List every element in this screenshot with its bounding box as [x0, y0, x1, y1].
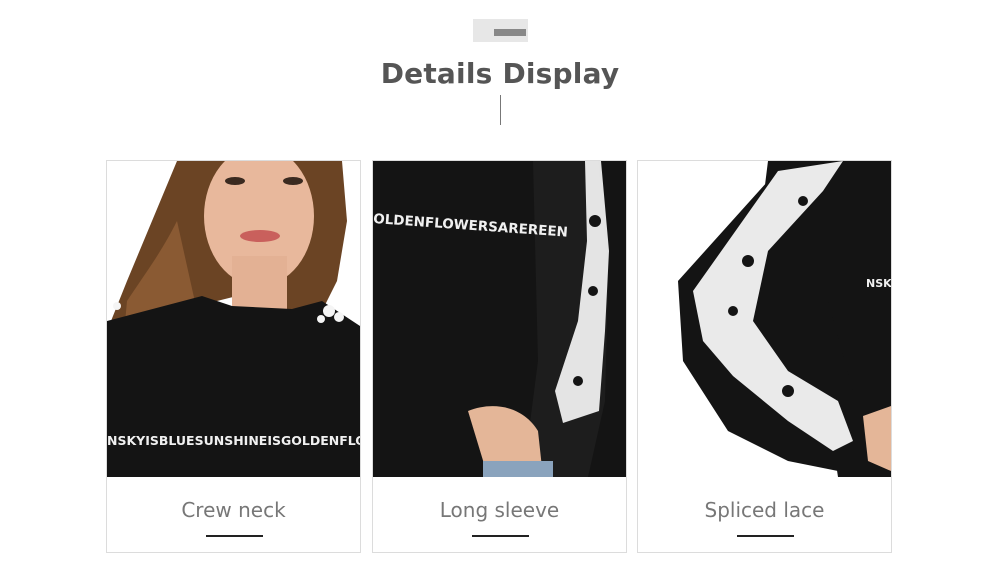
- spliced-lace-underline: [737, 535, 794, 537]
- details-display-section: Details Display NSKYISBLUESUNSHINEISGOLD…: [0, 0, 1000, 565]
- spliced-lace-image: NSK: [638, 161, 891, 477]
- section-badge: [473, 19, 528, 42]
- crew-neck-image: NSKYISBLUESUNSHINEISGOLDENFLOWERSI: [107, 161, 360, 477]
- spliced-lace-print-text: NSK: [866, 277, 891, 290]
- long-sleeve-underline: [472, 535, 529, 537]
- spliced-lace-photo: NSK: [638, 161, 891, 477]
- spliced-lace-caption: Spliced lace: [704, 498, 825, 522]
- long-sleeve-image: OLDENFLOWERSAREREEN: [373, 161, 626, 477]
- long-sleeve-photo: OLDENFLOWERSAREREEN: [373, 161, 626, 477]
- crew-neck-caption: Crew neck: [181, 498, 286, 522]
- crew-neck-print-text: NSKYISBLUESUNSHINEISGOLDENFLOWERSI: [107, 433, 360, 448]
- crew-neck-underline: [206, 535, 263, 537]
- crew-neck-photo: NSKYISBLUESUNSHINEISGOLDENFLOWERSI: [107, 161, 360, 477]
- title-divider: [500, 95, 501, 125]
- badge-bar: [494, 29, 526, 36]
- detail-card-long-sleeve: OLDENFLOWERSAREREEN Long sleeve: [372, 160, 627, 553]
- long-sleeve-caption: Long sleeve: [439, 498, 560, 522]
- section-title: Details Display: [380, 57, 620, 90]
- detail-card-spliced-lace: NSK Spliced lace: [637, 160, 892, 553]
- detail-card-crew-neck: NSKYISBLUESUNSHINEISGOLDENFLOWERSI Crew …: [106, 160, 361, 553]
